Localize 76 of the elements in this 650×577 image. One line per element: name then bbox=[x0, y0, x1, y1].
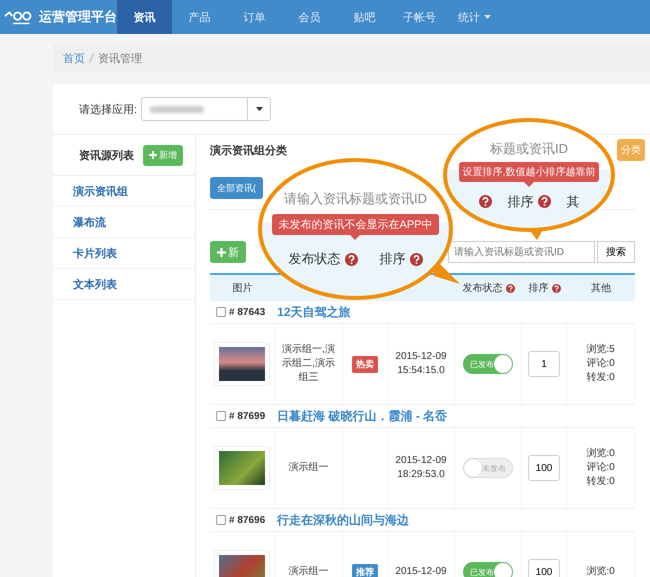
nav-tab[interactable]: 统计 bbox=[447, 0, 502, 34]
tooltip-arrow-icon bbox=[350, 235, 360, 240]
column-header: 排序 bbox=[528, 282, 548, 295]
nav-tab[interactable]: 产品 bbox=[172, 0, 227, 34]
caret-icon bbox=[256, 107, 263, 111]
stat-text: 转发:0 bbox=[586, 371, 615, 385]
publish-toggle[interactable]: 已发布 bbox=[463, 354, 513, 374]
publish-date: 2015-12-09 bbox=[394, 565, 448, 577]
nav-tab[interactable]: 会员 bbox=[282, 0, 337, 34]
add-button[interactable]: 新 bbox=[210, 241, 246, 263]
blurred-value bbox=[150, 106, 204, 112]
publish-toggle[interactable]: 未发布 bbox=[463, 458, 513, 478]
article-id: # 87699 bbox=[229, 410, 266, 422]
column-header: 发布状态 bbox=[288, 250, 340, 268]
article-id: # 87643 bbox=[229, 306, 266, 318]
help-icon bbox=[478, 195, 492, 208]
select-label: 请选择应用: bbox=[79, 102, 138, 116]
article-title-link[interactable]: 日暮赶海 破晓行山．霞浦 - 名岙 bbox=[277, 408, 448, 424]
help-icon bbox=[506, 284, 514, 292]
article-title-link[interactable]: 12天自驾之旅 bbox=[277, 304, 351, 320]
help-icon bbox=[538, 195, 550, 208]
plus-icon bbox=[217, 248, 226, 256]
nav-tab[interactable]: 贴吧 bbox=[337, 0, 392, 34]
help-icon bbox=[552, 284, 560, 292]
sidebar-title: 资讯源列表 bbox=[79, 148, 134, 162]
magnified-field-text: 请输入资讯标题或资讯ID bbox=[284, 190, 427, 208]
filter-tab[interactable]: 全部资讯( bbox=[210, 177, 263, 199]
stat-text: 转发:0 bbox=[586, 475, 615, 489]
magnified-field-text: 标题或资讯ID bbox=[490, 140, 568, 158]
tag-label: 热卖 bbox=[352, 356, 378, 372]
stat-text: 评论:0 bbox=[586, 357, 615, 371]
breadcrumb-item: 资讯管理 bbox=[98, 52, 142, 66]
column-header: 图片 bbox=[232, 282, 252, 295]
help-icon bbox=[410, 252, 422, 266]
publish-date: 2015-12-09 15:54:15.0 bbox=[394, 350, 448, 378]
brand-title: 运营管理平台 bbox=[39, 8, 117, 26]
column-header: 发布状态 bbox=[462, 282, 502, 295]
sidebar-item[interactable]: 演示资讯组 bbox=[53, 176, 195, 207]
section-title: 演示资讯组分类 bbox=[210, 144, 287, 158]
nav-tab[interactable]: 子帐号 bbox=[392, 0, 447, 34]
sort-field[interactable]: 1 bbox=[528, 351, 560, 377]
column-header: 其 bbox=[566, 192, 580, 210]
tooltip-arrow-icon bbox=[524, 182, 534, 186]
publish-toggle[interactable]: 已发布 bbox=[463, 562, 513, 577]
nav-tab[interactable]: 资讯 bbox=[117, 0, 172, 34]
article-id: # 87696 bbox=[229, 514, 266, 526]
column-header: 其他 bbox=[591, 282, 611, 295]
sidebar-item[interactable]: 卡片列表 bbox=[53, 238, 195, 269]
group-names: 演示组一,演示组二,演示组三 bbox=[281, 343, 336, 385]
article-title-link[interactable]: 行走在深秋的山间与海边 bbox=[277, 512, 410, 528]
column-header: 排序 bbox=[508, 192, 534, 210]
sidebar-item[interactable]: 文本列表 bbox=[53, 269, 195, 300]
sidebar-item[interactable]: 瀑布流 bbox=[53, 207, 195, 238]
sort-field[interactable]: 100 bbox=[528, 455, 560, 481]
group-names: 演示组一 bbox=[288, 461, 330, 475]
breadcrumb-item[interactable]: 首页 bbox=[63, 50, 85, 66]
row-checkbox[interactable] bbox=[216, 411, 226, 421]
column-header: 排序 bbox=[380, 250, 406, 268]
row-checkbox[interactable] bbox=[216, 307, 226, 317]
help-icon bbox=[344, 252, 358, 266]
row-checkbox[interactable] bbox=[216, 515, 226, 525]
stat-text: 浏览:0 bbox=[586, 565, 615, 577]
stat-text: 浏览:0 bbox=[586, 447, 615, 461]
plus-icon bbox=[149, 151, 157, 159]
tag-label: 推荐 bbox=[352, 564, 378, 577]
nav-tab[interactable]: 订单 bbox=[227, 0, 282, 34]
add-button[interactable]: 新增 bbox=[143, 144, 183, 166]
sort-field[interactable]: 100 bbox=[528, 559, 560, 577]
category-button[interactable]: 分类 bbox=[617, 139, 645, 161]
caret-icon bbox=[484, 15, 491, 19]
stat-text: 评论:0 bbox=[586, 461, 615, 475]
app-select[interactable] bbox=[141, 97, 272, 121]
publish-date: 2015-12-09 18:29:53.0 bbox=[394, 454, 448, 482]
group-names: 演示组一 bbox=[288, 565, 330, 577]
stat-text: 浏览:5 bbox=[586, 343, 615, 357]
search-button[interactable]: 搜索 bbox=[597, 241, 635, 263]
